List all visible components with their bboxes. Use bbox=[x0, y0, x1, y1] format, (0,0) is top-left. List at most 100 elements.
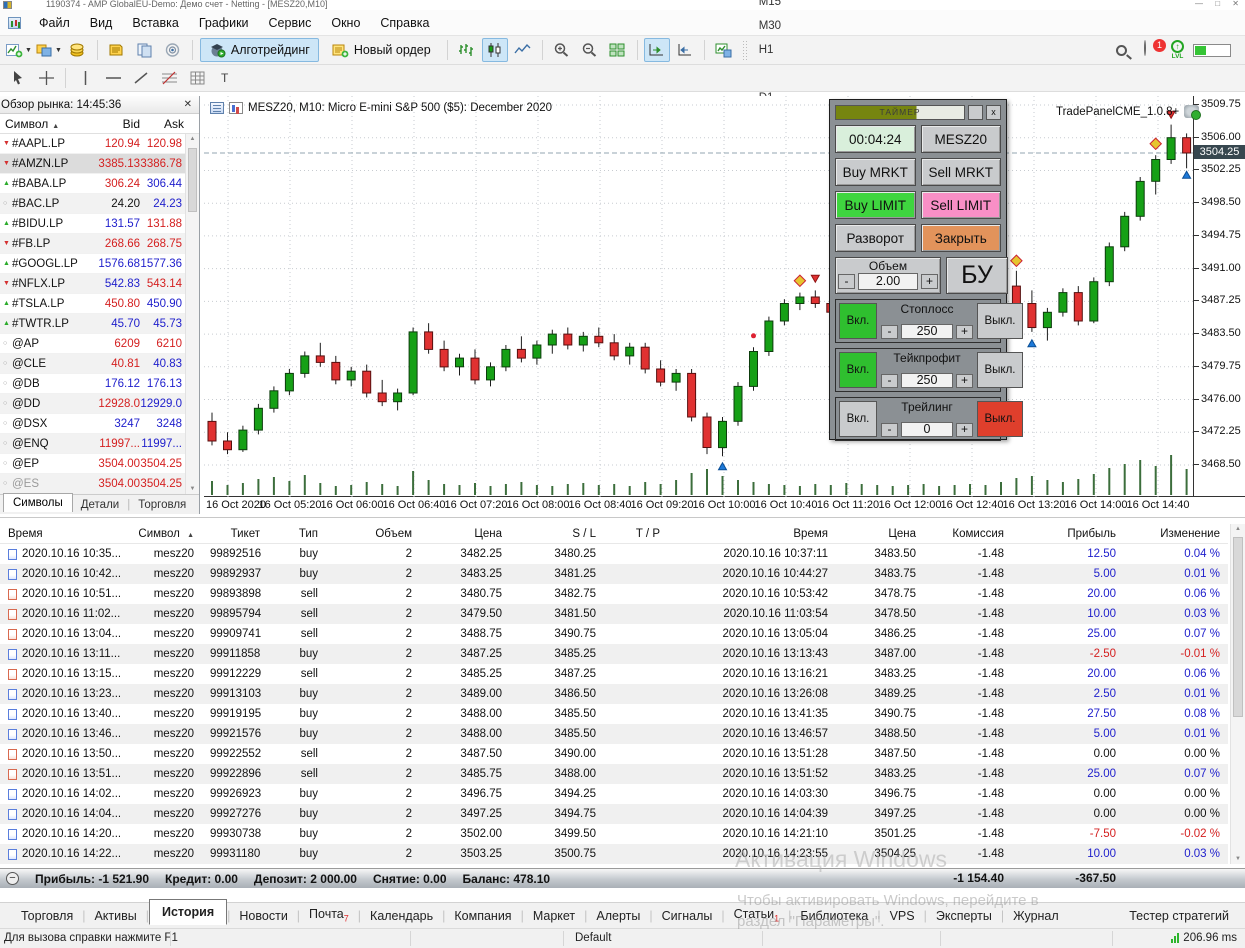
timeframe-button-H1[interactable]: H1 bbox=[751, 38, 789, 62]
chart-shift-button[interactable] bbox=[672, 38, 698, 62]
market-watch-row[interactable]: ○ @EP 3504.00 3504.25 bbox=[0, 454, 185, 474]
history-row[interactable]: 2020.10.16 13:15... mesz20 99912229 sell 2 34… bbox=[0, 664, 1228, 684]
market-watch-row[interactable]: ○ @AP 6209 6210 bbox=[0, 334, 185, 354]
market-watch-row[interactable]: ▲ #TSLA.LP 450.80 450.90 bbox=[0, 294, 185, 314]
buy-market-button[interactable]: Buy MRKT bbox=[835, 158, 916, 186]
auto-scroll-button[interactable] bbox=[643, 38, 670, 62]
history-row[interactable]: 2020.10.16 14:04... mesz20 99927276 buy 2 349… bbox=[0, 804, 1228, 824]
market-watch-row[interactable]: ○ #BAC.LP 24.20 24.23 bbox=[0, 194, 185, 214]
history-row[interactable]: 2020.10.16 13:50... mesz20 99922552 sell 2 34… bbox=[0, 744, 1228, 764]
search-button[interactable] bbox=[1108, 38, 1134, 62]
chart-canvas[interactable] bbox=[204, 96, 1194, 497]
market-watch-tab-Торговля[interactable]: Торговля bbox=[130, 497, 194, 513]
timeframe-button-M30[interactable]: M30 bbox=[751, 14, 789, 38]
disable-button[interactable]: Выкл. bbox=[977, 401, 1023, 437]
tab-Календарь[interactable]: Календарь bbox=[361, 906, 442, 926]
menu-item-Вставка[interactable]: Вставка bbox=[122, 12, 188, 34]
group-value[interactable]: 250 bbox=[901, 324, 953, 339]
menu-item-Окно[interactable]: Окно bbox=[321, 12, 370, 34]
tab-Почта[interactable]: Почта7 bbox=[300, 904, 358, 927]
scrollbar-thumb[interactable] bbox=[188, 148, 197, 212]
history-row[interactable]: 2020.10.16 14:20... mesz20 99930738 buy 2 350… bbox=[0, 824, 1228, 844]
history-row[interactable]: 2020.10.16 13:04... mesz20 99909741 sell 2 34… bbox=[0, 624, 1228, 644]
enable-button[interactable]: Вкл. bbox=[839, 401, 877, 437]
menu-item-Вид[interactable]: Вид bbox=[80, 12, 123, 34]
tab-VPS[interactable]: VPS bbox=[881, 906, 924, 926]
crosshair-tool-button[interactable] bbox=[33, 66, 59, 90]
scroll-down-icon[interactable]: ▼ bbox=[186, 486, 199, 492]
breakeven-button[interactable]: БУ bbox=[946, 257, 1008, 294]
tab-Новости[interactable]: Новости bbox=[230, 906, 296, 926]
market-watch-row[interactable]: ▲ #BABA.LP 306.24 306.44 bbox=[0, 174, 185, 194]
volume-increase-button[interactable]: + bbox=[921, 274, 938, 289]
market-watch-column-headers[interactable]: Символ ▲ Bid Ask bbox=[0, 114, 199, 134]
tab-Алерты[interactable]: Алерты bbox=[587, 906, 649, 926]
history-row[interactable]: 2020.10.16 13:46... mesz20 99921576 buy 2 348… bbox=[0, 724, 1228, 744]
candles-chart-button[interactable] bbox=[481, 38, 508, 62]
history-row[interactable]: 2020.10.16 14:22... mesz20 99931180 buy 2 350… bbox=[0, 844, 1228, 864]
market-watch-row[interactable]: ▼ #AAPL.LP 120.94 120.98 bbox=[0, 134, 185, 154]
history-row[interactable]: 2020.10.16 10:51... mesz20 99893898 sell 2 34… bbox=[0, 584, 1228, 604]
scroll-up-icon[interactable]: ▲ bbox=[186, 136, 199, 142]
decrease-button[interactable]: - bbox=[881, 422, 898, 437]
group-value[interactable]: 0 bbox=[901, 422, 953, 437]
market-watch-row[interactable]: ○ @DSX 3247 3248 bbox=[0, 414, 185, 434]
sell-limit-button[interactable]: Sell LIMIT bbox=[920, 191, 1001, 219]
notifications-button[interactable]: 1 bbox=[1144, 39, 1166, 59]
market-watch-button[interactable] bbox=[65, 38, 91, 62]
time-axis[interactable]: 16 Oct 2020 16 Oct 05:20 16 Oct 06:00 16 Oc… bbox=[204, 498, 1245, 513]
trendline-tool-button[interactable] bbox=[128, 66, 154, 90]
group-value[interactable]: 250 bbox=[901, 373, 953, 388]
enable-button[interactable]: Вкл. bbox=[839, 303, 877, 339]
signals-button[interactable] bbox=[160, 38, 186, 62]
history-row[interactable]: 2020.10.16 13:40... mesz20 99919195 buy 2 348… bbox=[0, 704, 1228, 724]
vertical-line-tool-button[interactable] bbox=[72, 66, 98, 90]
tab-История[interactable]: История bbox=[149, 899, 228, 925]
trade-panel-minimize-button[interactable] bbox=[968, 105, 983, 120]
connection-status[interactable]: 206.96 ms bbox=[1171, 932, 1237, 944]
market-watch-row[interactable]: ○ @DB 176.12 176.13 bbox=[0, 374, 185, 394]
market-watch-scrollbar[interactable]: ▲ ▼ bbox=[185, 134, 199, 494]
history-row[interactable]: 2020.10.16 13:51... mesz20 99922896 sell 2 34… bbox=[0, 764, 1228, 784]
history-row[interactable]: 2020.10.16 13:11... mesz20 99911858 buy 2 348… bbox=[0, 644, 1228, 664]
bars-chart-button[interactable] bbox=[454, 38, 480, 62]
enable-button[interactable]: Вкл. bbox=[839, 352, 877, 388]
decrease-button[interactable]: - bbox=[881, 373, 898, 388]
data-window-button[interactable] bbox=[132, 38, 158, 62]
scrollbar-thumb[interactable] bbox=[1233, 537, 1243, 717]
chart-window-icon[interactable] bbox=[8, 16, 21, 29]
line-chart-button[interactable] bbox=[510, 38, 536, 62]
close-position-button[interactable]: Закрыть bbox=[920, 224, 1001, 252]
grid-tool-button[interactable] bbox=[184, 66, 210, 90]
scroll-down-icon[interactable]: ▼ bbox=[1231, 856, 1245, 862]
market-watch-row[interactable]: ○ @ES 3504.00 3504.25 bbox=[0, 474, 185, 494]
scroll-up-icon[interactable]: ▲ bbox=[1231, 526, 1245, 532]
zoom-out-button[interactable] bbox=[577, 38, 603, 62]
tile-windows-button[interactable] bbox=[605, 38, 631, 62]
history-center-button[interactable] bbox=[104, 38, 130, 62]
sell-market-button[interactable]: Sell MRKT bbox=[920, 158, 1001, 186]
market-watch-row[interactable]: ▲ #GOOGL.LP 1576.68 1577.36 bbox=[0, 254, 185, 274]
minimize-button[interactable]: — bbox=[1195, 0, 1203, 8]
market-watch-row[interactable]: ▲ #TWTR.LP 45.70 45.73 bbox=[0, 314, 185, 334]
new-order-button[interactable]: Новый ордер bbox=[323, 38, 440, 62]
horizontal-line-tool-button[interactable] bbox=[100, 66, 126, 90]
strategy-tester-label[interactable]: Тестер стратегий bbox=[1129, 909, 1245, 923]
menu-item-Графики[interactable]: Графики bbox=[189, 12, 259, 34]
increase-button[interactable]: + bbox=[956, 422, 973, 437]
trade-panel-close-button[interactable]: x bbox=[986, 105, 1001, 120]
price-axis[interactable]: 3509.75 3506.00 3502.25 3498.50 3494.75 3491.… bbox=[1194, 96, 1245, 497]
history-row[interactable]: 2020.10.16 10:42... mesz20 99892937 buy 2 348… bbox=[0, 564, 1228, 584]
tab-Библиотека[interactable]: Библиотека bbox=[791, 906, 877, 926]
history-row[interactable]: 2020.10.16 14:02... mesz20 99926923 buy 2 349… bbox=[0, 784, 1228, 804]
decrease-button[interactable]: - bbox=[881, 324, 898, 339]
fibonacci-tool-button[interactable] bbox=[156, 66, 182, 90]
tab-Сигналы[interactable]: Сигналы bbox=[653, 906, 722, 926]
status-profile[interactable]: Default bbox=[575, 932, 611, 944]
profiles-button[interactable]: ▼ bbox=[35, 38, 63, 62]
market-watch-row[interactable]: ▼ #AMZN.LP 3385.13 3386.78 bbox=[0, 154, 185, 174]
reverse-button[interactable]: Разворот bbox=[835, 224, 916, 252]
market-watch-tab-Детали[interactable]: Детали bbox=[73, 497, 127, 513]
increase-button[interactable]: + bbox=[956, 373, 973, 388]
market-watch-row[interactable]: ○ @DD 12928.0 12929.0 bbox=[0, 394, 185, 414]
